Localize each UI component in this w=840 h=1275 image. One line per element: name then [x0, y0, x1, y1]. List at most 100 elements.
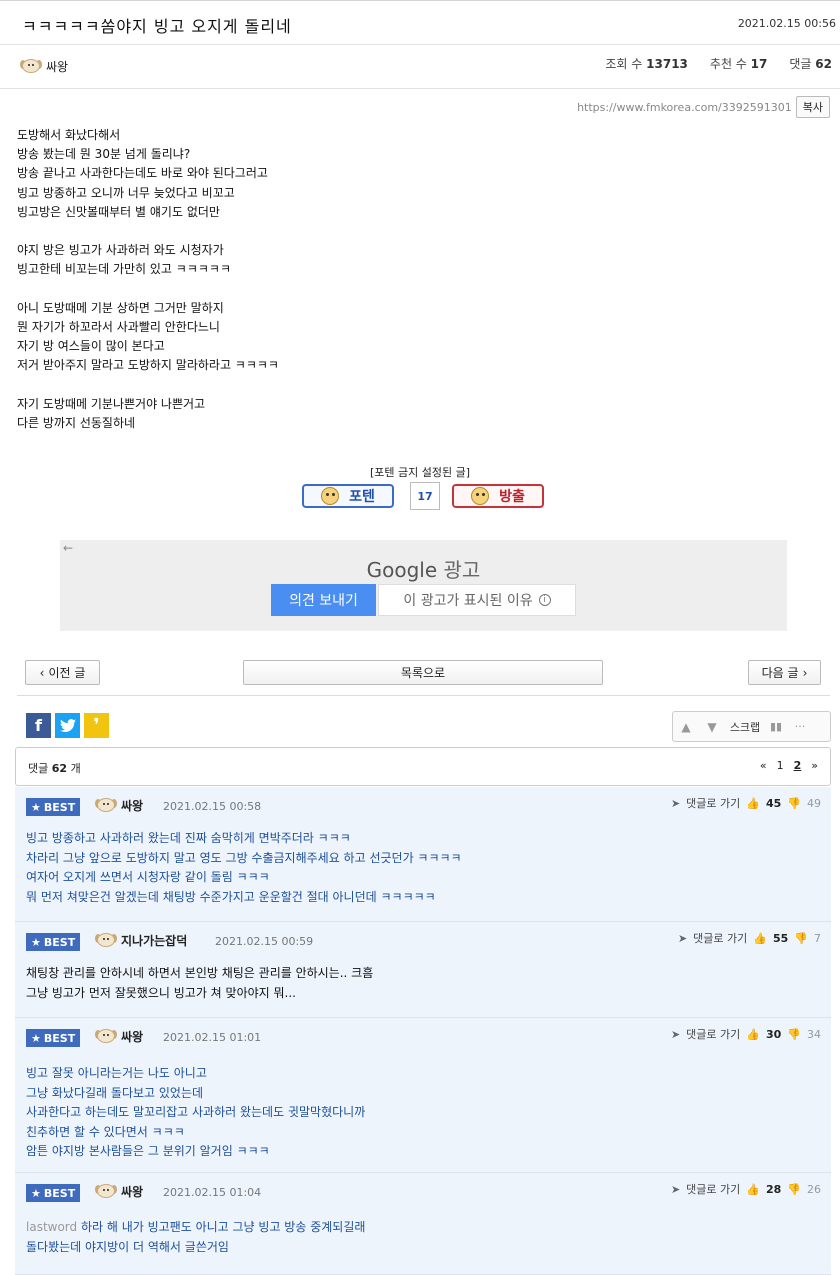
reply-link[interactable]: 댓글로 가기 — [686, 1026, 740, 1042]
facebook-icon[interactable]: f — [26, 713, 51, 738]
post-author[interactable]: 싸왕 — [20, 57, 68, 75]
smile-face-icon — [321, 487, 340, 505]
ad-feedback-button[interactable]: 의견 보내기 — [271, 584, 376, 616]
twitter-icon[interactable] — [55, 713, 80, 738]
post-url[interactable]: https://www.fmkorea.com/3392591301 — [577, 101, 792, 114]
comment-line: 여자어 오지게 쓰면서 시청자랑 같이 돌림 ㅋㅋㅋ — [26, 870, 270, 884]
comment-author[interactable]: 싸왕 — [95, 796, 143, 814]
prev-post-label: 이전 글 — [48, 666, 86, 680]
next-post-button[interactable]: 다음 글 › — [748, 660, 821, 685]
arrow-down-icon[interactable]: ▼ — [699, 720, 725, 734]
comment-author-name[interactable]: 싸왕 — [121, 1183, 143, 1200]
pager-last[interactable]: » — [811, 759, 818, 772]
pager-first[interactable]: « — [760, 759, 767, 772]
comments-count: 62 — [815, 57, 832, 71]
comment-date: 2021.02.15 01:04 — [163, 1186, 262, 1199]
downvote-count: 34 — [807, 1027, 821, 1041]
best-label: BEST — [43, 1186, 76, 1200]
thumbs-up-icon[interactable]: 👍 — [746, 1028, 760, 1041]
post-body-line: 방송 봤는데 뭔 30분 넘게 돌리냐? — [17, 147, 191, 162]
star-icon: ★ — [31, 800, 41, 814]
comment-pager: « 1 2 » — [760, 759, 818, 772]
thumbs-down-icon[interactable]: 👎 — [794, 932, 808, 945]
post-body-line: 도방해서 화났다해서 — [17, 128, 121, 142]
comment-text: 빙고 잘못 아니라는거는 나도 아니고 그냥 화났다길래 돌다보고 있었는데 사과한… — [26, 1064, 365, 1162]
avatar-dog-icon — [20, 57, 42, 75]
copy-url-button[interactable]: 복사 — [795, 96, 830, 118]
comment-actions: ➤ 댓글로 가기 👍 28 👎 26 — [671, 1181, 821, 1197]
best-label: BEST — [43, 935, 76, 949]
comment-item: ★ BEST 싸왕 2021.02.15 01:04 ➤ 댓글로 가기 👍 28… — [15, 1173, 831, 1275]
thumbs-up-icon[interactable]: 👍 — [753, 932, 767, 945]
comment-line: 그냥 빙고가 먼저 잘못했으니 빙고가 쳐 맞아야지 뭐... — [26, 985, 296, 1000]
comment-author-name[interactable]: 지나가는잡덕 — [121, 932, 187, 949]
stats-icon[interactable]: ▮▮ — [765, 720, 787, 733]
comment-date: 2021.02.15 00:59 — [215, 935, 314, 948]
views-stat: 조회 수 13713 — [605, 57, 688, 71]
ad-back-arrow-icon[interactable]: ← — [63, 541, 73, 555]
chevron-left-icon: ‹ — [39, 665, 45, 680]
ad-why-label: 이 광고가 표시된 이유 — [403, 593, 533, 609]
post-body-line: 다른 방까지 선동질하네 — [17, 416, 136, 430]
ad-why-button[interactable]: 이 광고가 표시된 이유 i — [378, 584, 576, 616]
thumbs-down-icon[interactable]: 👎 — [787, 797, 801, 810]
likes-stat: 추천 수 17 — [709, 57, 768, 71]
comment-text: lastword 하라 해 내가 빙고팬도 아니고 그냥 빙고 방송 중계되길래… — [26, 1218, 365, 1257]
comment-author[interactable]: 싸왕 — [95, 1182, 143, 1200]
thumbs-up-icon[interactable]: 👍 — [746, 797, 760, 810]
best-label: BEST — [43, 800, 76, 814]
comment-author[interactable]: 싸왕 — [95, 1027, 143, 1045]
list-button[interactable]: 목록으로 — [243, 660, 603, 685]
comment-line: 사과한다고 하는데도 말꼬리잡고 사과하러 왔는데도 귓말막혔다니까 — [26, 1105, 366, 1119]
comment-actions: ➤ 댓글로 가기 👍 55 👎 7 — [678, 930, 821, 946]
more-icon[interactable]: ··· — [787, 720, 813, 733]
thumbs-down-icon[interactable]: 👎 — [787, 1028, 801, 1041]
arrow-up-icon[interactable]: ▲ — [673, 720, 699, 734]
upvote-count: 45 — [765, 796, 782, 810]
reply-link[interactable]: 댓글로 가기 — [693, 930, 747, 946]
best-badge: ★ BEST — [26, 933, 81, 951]
post-body-line: 자기 방 여스들이 많이 본다고 — [17, 339, 165, 354]
post-author-name[interactable]: 싸왕 — [46, 58, 68, 75]
comment-line: lastword 하라 해 내가 빙고팬도 아니고 그냥 빙고 방송 중계되길래 — [26, 1220, 366, 1234]
reply-link[interactable]: 댓글로 가기 — [686, 1181, 740, 1197]
upvote-count: 55 — [772, 931, 789, 945]
star-icon: ★ — [31, 1031, 41, 1045]
pager-page-1[interactable]: 1 — [777, 759, 784, 772]
thumbs-up-icon[interactable]: 👍 — [746, 1183, 760, 1196]
divider — [17, 695, 830, 696]
next-post-label: 다음 글 — [761, 666, 799, 680]
angry-face-icon — [471, 487, 490, 505]
poten-notice: [포텐 금지 설정된 글] — [369, 466, 471, 479]
comment-author-name[interactable]: 싸왕 — [121, 1028, 143, 1045]
scrap-button[interactable]: 스크랩 — [725, 719, 765, 735]
comment-tools: ▲ ▼ 스크랩 ▮▮ ··· — [672, 711, 831, 742]
post-body-line: 자기 도방때메 기분나쁜거야 나쁜거고 — [17, 396, 206, 411]
reply-link[interactable]: 댓글로 가기 — [686, 795, 740, 811]
comments-stat: 댓글 62 — [789, 57, 832, 71]
ad-label: 광고 — [443, 558, 481, 582]
prev-post-button[interactable]: ‹ 이전 글 — [25, 660, 100, 685]
pager-page-2[interactable]: 2 — [794, 759, 802, 772]
google-logo: Google — [366, 558, 438, 582]
post-body-line: 빙고한테 비꼬는데 가만히 있고 ㅋㅋㅋㅋㅋ — [17, 262, 231, 277]
bangchul-button[interactable]: 방출 — [452, 484, 544, 508]
poten-button[interactable]: 포텐 — [302, 484, 394, 508]
post-body-line: 야지 방은 빙고가 사과하러 와도 시청자가 — [17, 243, 224, 258]
comment-date: 2021.02.15 01:01 — [163, 1031, 262, 1044]
kakaostory-icon[interactable]: ❜ — [84, 713, 109, 738]
comment-author[interactable]: 지나가는잡덕 — [95, 931, 187, 949]
best-badge: ★ BEST — [26, 798, 81, 816]
comment-item: ★ BEST 지나가는잡덕 2021.02.15 00:59 ➤ 댓글로 가기 … — [15, 922, 831, 1018]
comment-line: 빙고 방종하고 사과하러 왔는데 진짜 숨막히게 면박주더라 ㅋㅋㅋ — [26, 831, 351, 845]
best-badge: ★ BEST — [26, 1029, 81, 1047]
post-body-line: 빙고 방종하고 오니까 너무 늦었다고 비꼬고 — [17, 185, 235, 200]
downvote-count: 26 — [807, 1182, 821, 1196]
comment-author-name[interactable]: 싸왕 — [121, 797, 143, 814]
post-meta-bar: 싸왕 조회 수 13713 추천 수 17 댓글 62 — [0, 45, 840, 89]
comment-line: 그냥 화났다길래 돌다보고 있었는데 — [26, 1085, 204, 1100]
comment-line: 친추하면 할 수 있다면서 ㅋㅋㅋ — [26, 1124, 185, 1139]
thumbs-down-icon[interactable]: 👎 — [787, 1183, 801, 1196]
comment-actions: ➤ 댓글로 가기 👍 30 👎 34 — [671, 1026, 821, 1042]
comment-text: 채팅창 관리를 안하시네 하면서 본인방 채팅은 관리를 안하시는.. 크흠 그냥… — [26, 964, 373, 1003]
